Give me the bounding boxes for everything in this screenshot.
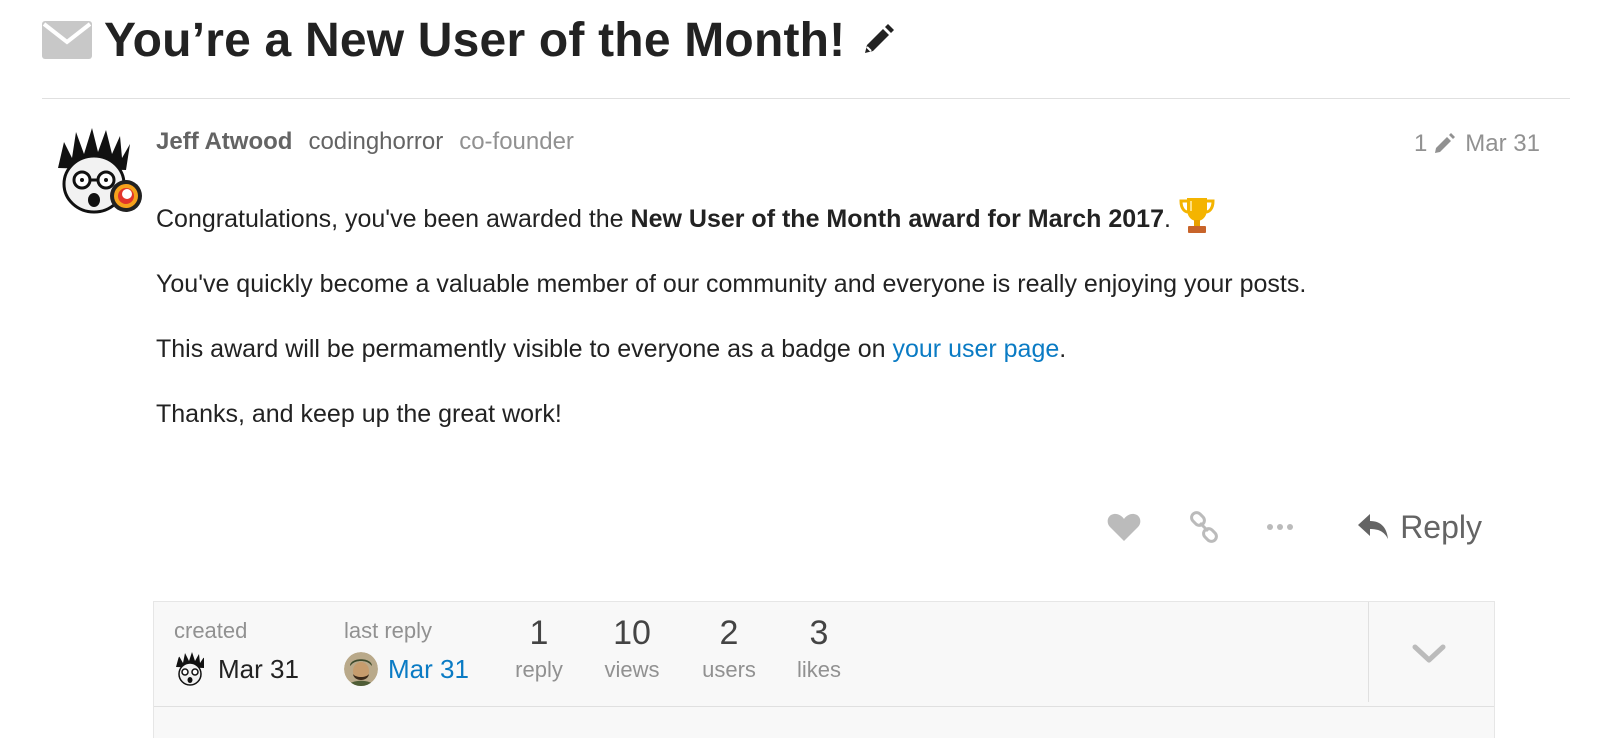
- post-author-info: Jeff Atwood codinghorror co-founder: [156, 128, 574, 156]
- created-stat: created Mar 31: [174, 618, 299, 686]
- post-paragraph: Thanks, and keep up the great work!: [156, 400, 562, 428]
- likes-count: 3: [809, 614, 829, 652]
- users-stat: 2 users: [694, 614, 764, 683]
- trophy-icon: [1179, 198, 1215, 233]
- topic-title-row: You’re a New User of the Month!: [42, 10, 895, 70]
- created-date[interactable]: Mar 31: [218, 654, 299, 685]
- heart-icon: [1107, 513, 1141, 541]
- created-label: created: [174, 618, 248, 643]
- users-label: users: [702, 657, 756, 682]
- share-link-button[interactable]: [1184, 505, 1224, 549]
- replies-label: reply: [515, 657, 563, 682]
- chevron-down-icon: [1412, 644, 1446, 663]
- likes-label: likes: [796, 657, 841, 682]
- avatar[interactable]: [174, 652, 208, 686]
- avatar[interactable]: [344, 652, 378, 686]
- last-reply-label: last reply: [344, 618, 433, 643]
- post-paragraph: Congratulations, you've been awarded the…: [156, 195, 1536, 235]
- post-text: This award will be permamently visible t…: [156, 335, 893, 363]
- post-paragraph: You've quickly become a valuable member …: [156, 270, 1307, 298]
- page-title: You’re a New User of the Month!: [104, 13, 846, 67]
- post-date[interactable]: Mar 31: [1465, 130, 1540, 158]
- user-page-link[interactable]: your user page: [893, 335, 1060, 363]
- topic-map: created Mar 31 last reply Mar 31 1 reply…: [153, 601, 1495, 738]
- author-title: co-founder: [459, 128, 574, 155]
- post-meta: 1 Mar 31: [1414, 130, 1540, 158]
- ellipsis-icon: [1267, 524, 1294, 530]
- likes-stat: 3 likes: [784, 614, 854, 683]
- views-stat: 10 views: [594, 614, 670, 683]
- avatar[interactable]: [54, 128, 144, 218]
- topic-map-divider: [1368, 602, 1369, 702]
- last-reply-stat: last reply Mar 31: [344, 618, 469, 686]
- edit-history-count[interactable]: 1: [1414, 130, 1427, 158]
- title-divider: [42, 98, 1570, 99]
- last-reply-date[interactable]: Mar 31: [388, 654, 469, 685]
- pencil-icon[interactable]: [861, 23, 895, 57]
- replies-stat: 1 reply: [504, 614, 574, 683]
- like-button[interactable]: [1104, 505, 1144, 549]
- views-label: views: [604, 657, 660, 682]
- topic-map-rule: [154, 706, 1494, 707]
- post-text: Congratulations, you've been awarded the: [156, 205, 631, 233]
- envelope-icon: [42, 21, 92, 59]
- author-name[interactable]: Jeff Atwood: [156, 128, 292, 156]
- replies-count: 1: [529, 614, 549, 652]
- reply-button[interactable]: Reply: [1356, 505, 1482, 549]
- reply-label: Reply: [1400, 508, 1482, 545]
- post-text: .: [1164, 205, 1171, 233]
- users-count: 2: [719, 614, 739, 652]
- award-name: New User of the Month award for March 20…: [630, 205, 1164, 233]
- post-paragraph: This award will be permamently visible t…: [156, 333, 1536, 365]
- link-icon: [1190, 511, 1219, 543]
- post-text: .: [1059, 335, 1067, 363]
- author-username[interactable]: codinghorror: [308, 128, 443, 156]
- more-actions-button[interactable]: [1260, 505, 1300, 549]
- expand-topic-map-button[interactable]: [1394, 632, 1464, 676]
- post-body: Congratulations, you've been awarded the…: [156, 195, 1536, 463]
- views-count: 10: [613, 614, 651, 652]
- post-actions: Reply: [1104, 505, 1482, 549]
- pencil-icon[interactable]: [1433, 133, 1456, 155]
- reply-arrow-icon: [1358, 514, 1389, 539]
